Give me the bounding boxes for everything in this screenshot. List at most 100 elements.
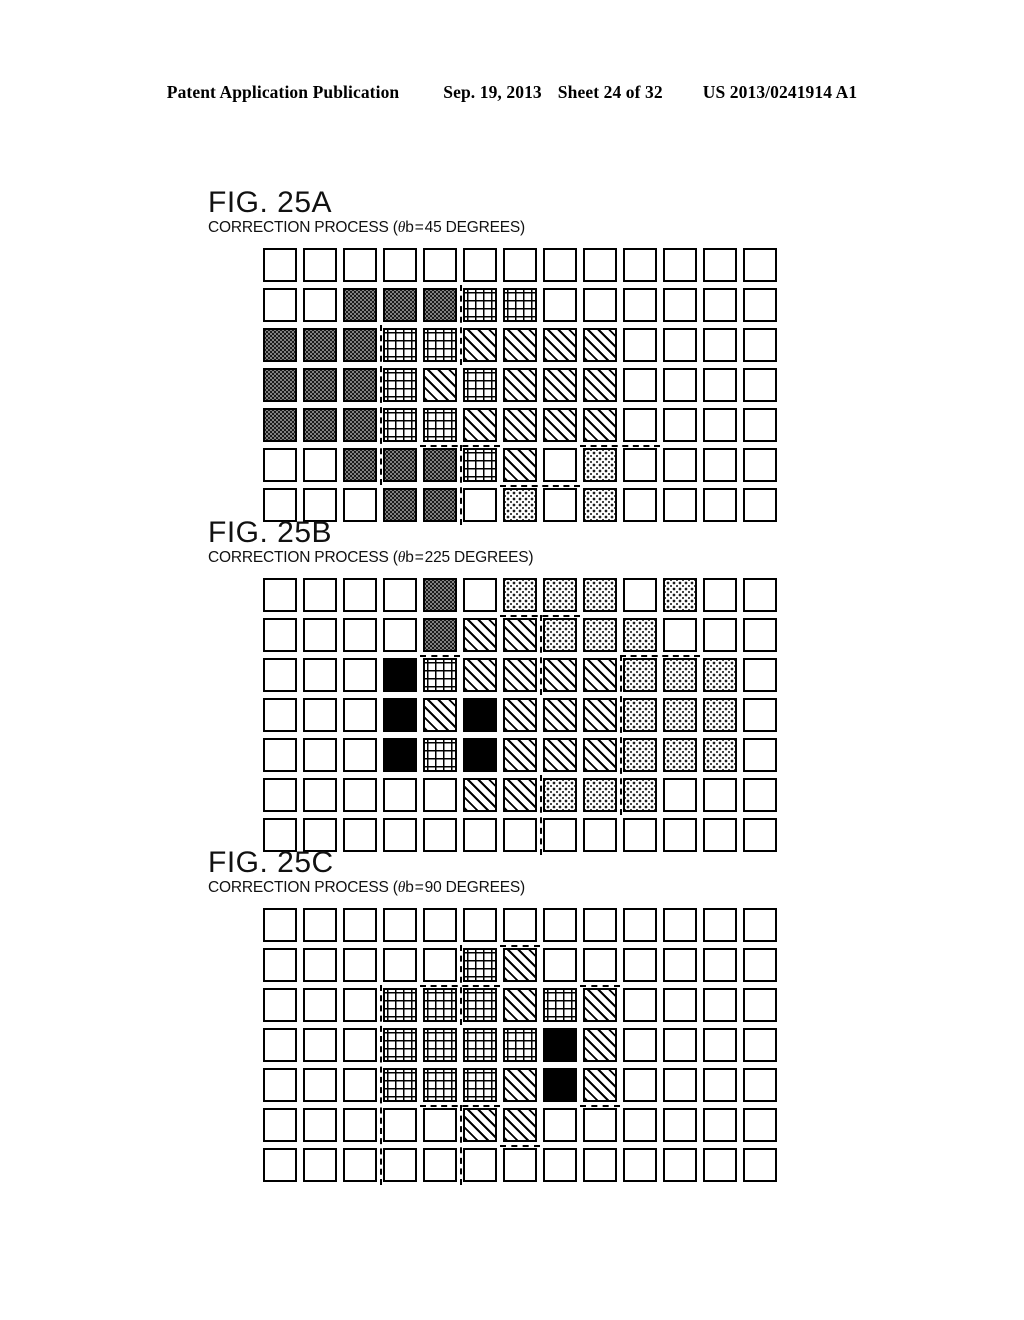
grid-cell bbox=[623, 578, 657, 612]
grid-cell bbox=[543, 988, 577, 1022]
grid-cell bbox=[303, 658, 337, 692]
cell-fill-light-dot bbox=[625, 740, 655, 770]
grid-cell bbox=[263, 448, 297, 482]
grid-cell bbox=[583, 738, 617, 772]
cell-fill-dark-dot bbox=[305, 370, 335, 400]
grid-cell bbox=[543, 1108, 577, 1142]
cell-fill-hatch bbox=[505, 620, 535, 650]
grid-cell bbox=[663, 948, 697, 982]
grid-cell bbox=[423, 988, 457, 1022]
grid-cell bbox=[383, 1108, 417, 1142]
grid-cell bbox=[623, 328, 657, 362]
grid-cell bbox=[583, 328, 617, 362]
cell-fill-empty bbox=[745, 780, 775, 810]
fig-25a-subtitle: CORRECTION PROCESS (θb = 45 DEGREES) bbox=[208, 219, 525, 237]
grid-cell bbox=[543, 488, 577, 522]
grid-cell bbox=[703, 578, 737, 612]
grid-cell bbox=[623, 818, 657, 852]
cell-fill-hatch bbox=[545, 700, 575, 730]
cell-fill-cross bbox=[465, 1030, 495, 1060]
cell-fill-empty bbox=[345, 1110, 375, 1140]
cell-fill-empty bbox=[305, 1070, 335, 1100]
cell-fill-empty bbox=[385, 820, 415, 850]
cell-fill-empty bbox=[625, 1110, 655, 1140]
cell-fill-empty bbox=[705, 490, 735, 520]
cell-fill-empty bbox=[265, 1070, 295, 1100]
cell-fill-empty bbox=[585, 950, 615, 980]
grid-cell bbox=[743, 448, 777, 482]
cell-fill-empty bbox=[625, 450, 655, 480]
grid-cell bbox=[263, 288, 297, 322]
cell-fill-empty bbox=[585, 290, 615, 320]
grid-cell bbox=[743, 988, 777, 1022]
cell-fill-empty bbox=[745, 820, 775, 850]
grid-cell bbox=[503, 1068, 537, 1102]
cell-fill-dark-dot bbox=[385, 450, 415, 480]
grid-cell bbox=[663, 1148, 697, 1182]
cell-fill-empty bbox=[705, 580, 735, 610]
cell-fill-cross bbox=[425, 660, 455, 690]
grid-cell bbox=[303, 738, 337, 772]
grid-cell bbox=[703, 248, 737, 282]
cell-fill-empty bbox=[345, 820, 375, 850]
grid-cell bbox=[463, 408, 497, 442]
patent-page: Patent Application Publication Sep. 19, … bbox=[0, 0, 1024, 1320]
cell-fill-empty bbox=[425, 780, 455, 810]
grid-cell bbox=[663, 818, 697, 852]
cell-fill-empty bbox=[345, 990, 375, 1020]
grid-cell bbox=[663, 1068, 697, 1102]
header-date: Sep. 19, 2013 bbox=[443, 82, 542, 102]
grid-cell bbox=[423, 948, 457, 982]
grid-cell bbox=[303, 1028, 337, 1062]
cell-fill-empty bbox=[305, 950, 335, 980]
grid-cell bbox=[423, 488, 457, 522]
cell-fill-empty bbox=[705, 370, 735, 400]
cell-fill-light-dot bbox=[625, 660, 655, 690]
cell-fill-light-dot bbox=[505, 580, 535, 610]
cell-fill-empty bbox=[745, 1150, 775, 1180]
cell-fill-empty bbox=[625, 1150, 655, 1180]
grid-cell bbox=[263, 1028, 297, 1062]
cell-fill-empty bbox=[625, 330, 655, 360]
cell-fill-empty bbox=[665, 330, 695, 360]
grid-cell bbox=[543, 578, 577, 612]
cell-fill-light-dot bbox=[625, 780, 655, 810]
region-boundary bbox=[420, 985, 500, 987]
cell-fill-empty bbox=[745, 490, 775, 520]
grid-cell bbox=[303, 248, 337, 282]
cell-fill-empty bbox=[705, 330, 735, 360]
cell-fill-empty bbox=[705, 1070, 735, 1100]
grid-cell bbox=[583, 408, 617, 442]
cell-fill-empty bbox=[585, 1150, 615, 1180]
grid-cell bbox=[343, 1148, 377, 1182]
grid-cell bbox=[463, 698, 497, 732]
cell-fill-empty bbox=[465, 910, 495, 940]
cell-fill-empty bbox=[345, 580, 375, 610]
cell-fill-empty bbox=[305, 780, 335, 810]
cell-fill-empty bbox=[265, 910, 295, 940]
cell-fill-empty bbox=[705, 990, 735, 1020]
grid-cell bbox=[343, 288, 377, 322]
grid-cell bbox=[303, 408, 337, 442]
cell-fill-hatch bbox=[465, 620, 495, 650]
cell-fill-empty bbox=[665, 1150, 695, 1180]
grid-cell bbox=[583, 988, 617, 1022]
region-boundary bbox=[380, 325, 382, 485]
grid-cell bbox=[543, 908, 577, 942]
grid-cell bbox=[303, 698, 337, 732]
cell-fill-empty bbox=[625, 1070, 655, 1100]
grid-cell bbox=[703, 778, 737, 812]
cell-fill-empty bbox=[465, 250, 495, 280]
cell-fill-cross bbox=[465, 1070, 495, 1100]
grid-cell bbox=[503, 288, 537, 322]
region-boundary bbox=[420, 445, 500, 447]
grid-cell bbox=[383, 908, 417, 942]
grid-cell bbox=[263, 778, 297, 812]
grid-cell bbox=[423, 328, 457, 362]
grid-cell bbox=[543, 948, 577, 982]
grid-cell bbox=[623, 488, 657, 522]
grid-cell bbox=[343, 948, 377, 982]
grid-cell bbox=[663, 248, 697, 282]
cell-fill-dark-dot bbox=[265, 370, 295, 400]
cell-fill-empty bbox=[425, 910, 455, 940]
